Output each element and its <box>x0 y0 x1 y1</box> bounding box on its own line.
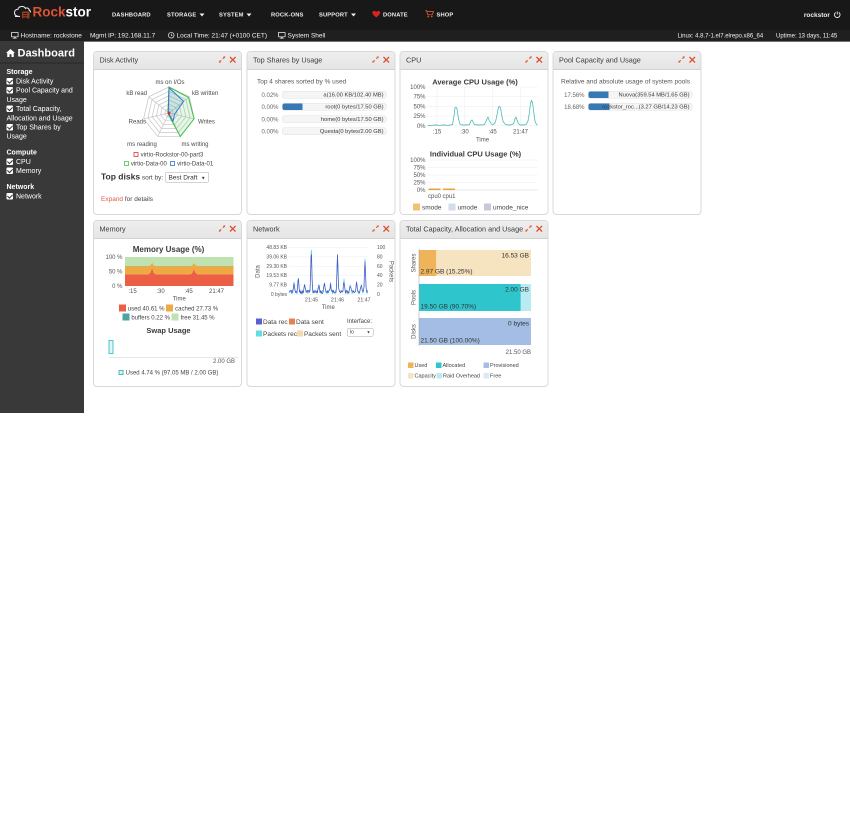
svg-text:100 %: 100 % <box>105 255 123 261</box>
svg-text:50%: 50% <box>413 173 426 179</box>
svg-text:21:45: 21:45 <box>305 298 318 304</box>
svg-text:100%: 100% <box>410 158 426 164</box>
svg-text:cpu1: cpu1 <box>442 194 456 200</box>
svg-text:25%: 25% <box>413 181 426 187</box>
svg-text:100%: 100% <box>410 85 426 91</box>
svg-text:Individual CPU Usage (%): Individual CPU Usage (%) <box>430 150 522 159</box>
svg-text::45: :45 <box>184 289 193 295</box>
svg-text:16.53 GB: 16.53 GB <box>502 253 529 260</box>
svg-text:kB written: kB written <box>192 91 218 97</box>
svg-text:60: 60 <box>377 264 383 270</box>
svg-text:ms writing: ms writing <box>181 142 208 148</box>
svg-text::15: :15 <box>128 289 137 295</box>
svg-text:2.97 GB (15.25%): 2.97 GB (15.25%) <box>421 269 473 276</box>
svg-text:19.53 KB: 19.53 KB <box>266 273 287 279</box>
svg-text:48.83 KB: 48.83 KB <box>266 245 287 251</box>
svg-text:100: 100 <box>377 245 386 251</box>
svg-text:0%: 0% <box>417 124 426 130</box>
svg-text:ms reading: ms reading <box>127 142 157 148</box>
svg-text:50%: 50% <box>413 104 426 110</box>
svg-text:21.50 GB: 21.50 GB <box>506 350 531 356</box>
svg-text:29.30 KB: 29.30 KB <box>266 264 287 270</box>
svg-text:21:47: 21:47 <box>513 130 529 136</box>
svg-text:80: 80 <box>377 254 383 260</box>
svg-text:Time: Time <box>476 138 490 144</box>
svg-text:Time: Time <box>173 297 187 303</box>
svg-text:19.50 GB (90.70%): 19.50 GB (90.70%) <box>421 304 477 311</box>
svg-text:21:46: 21:46 <box>331 298 344 304</box>
svg-text::30: :30 <box>156 289 165 295</box>
svg-text:Writes: Writes <box>198 120 215 126</box>
svg-text:0%: 0% <box>417 188 426 194</box>
svg-text:kB read: kB read <box>126 91 147 97</box>
svg-text:Data: Data <box>256 265 262 278</box>
svg-text:2.00 GB: 2.00 GB <box>505 287 529 294</box>
svg-text::30: :30 <box>460 130 469 136</box>
svg-text:Pools: Pools <box>412 290 418 305</box>
svg-text::45: :45 <box>488 130 497 136</box>
svg-text:0 bytes: 0 bytes <box>271 292 288 298</box>
svg-text:0 %: 0 % <box>112 284 123 290</box>
svg-text:75%: 75% <box>413 95 426 101</box>
svg-text:50 %: 50 % <box>109 270 123 276</box>
svg-text:75%: 75% <box>413 166 426 172</box>
svg-text:Time: Time <box>322 305 336 311</box>
svg-text:Shares: Shares <box>412 253 418 272</box>
svg-text:25%: 25% <box>413 114 426 120</box>
svg-text:21.50 GB (100.00%): 21.50 GB (100.00%) <box>421 338 480 345</box>
svg-text:ms on I/Os: ms on I/Os <box>155 80 184 86</box>
svg-text:39.06 KB: 39.06 KB <box>266 254 287 260</box>
svg-text:Reads: Reads <box>129 120 146 126</box>
svg-text:9.77 KB: 9.77 KB <box>269 283 287 289</box>
svg-text:Disks: Disks <box>412 324 418 339</box>
svg-text:0: 0 <box>377 292 380 298</box>
svg-text:0 bytes: 0 bytes <box>508 321 530 328</box>
svg-text:21:47: 21:47 <box>357 298 370 304</box>
svg-text:40: 40 <box>377 273 383 279</box>
svg-text:Packets: Packets <box>388 261 394 282</box>
svg-text:20: 20 <box>377 283 383 289</box>
svg-text::15: :15 <box>433 130 442 136</box>
svg-text:cpu0: cpu0 <box>428 194 442 200</box>
svg-text:21:47: 21:47 <box>209 289 225 295</box>
